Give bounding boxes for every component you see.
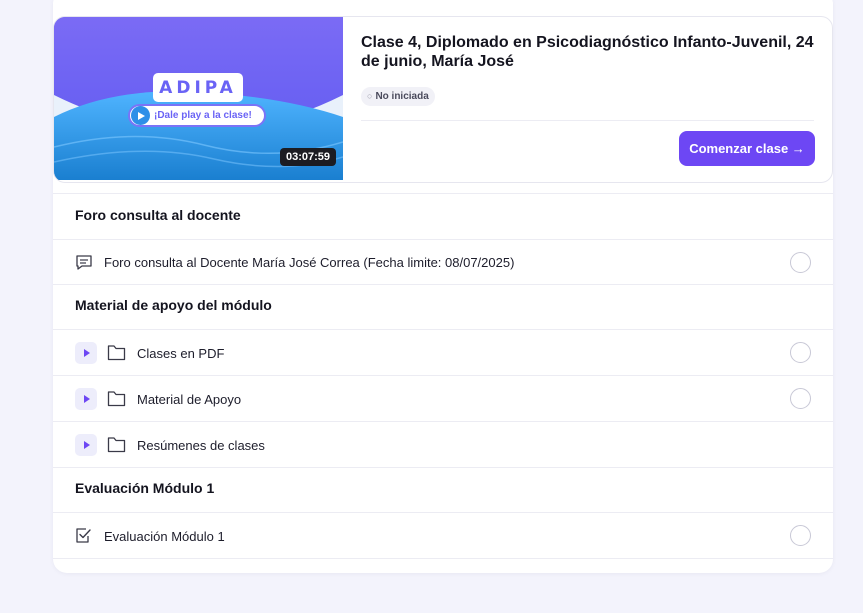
divider bbox=[53, 284, 833, 285]
divider bbox=[53, 512, 833, 513]
class-title: Clase 4, Diplomado en Psicodiagnóstico I… bbox=[361, 34, 814, 70]
completion-circle[interactable] bbox=[790, 342, 811, 363]
completion-circle[interactable] bbox=[790, 252, 811, 273]
divider bbox=[53, 558, 833, 559]
expand-arrow-icon[interactable] bbox=[75, 434, 97, 456]
play-icon bbox=[131, 106, 150, 125]
chat-icon bbox=[76, 255, 92, 270]
folder-icon bbox=[107, 391, 126, 407]
expand-arrow-icon[interactable] bbox=[75, 342, 97, 364]
evaluacion-item-label: Evaluación Módulo 1 bbox=[104, 529, 225, 544]
thumbnail-play-text: ¡Dale play a la clase! bbox=[154, 110, 252, 121]
status-text: No iniciada bbox=[375, 91, 429, 102]
folder-icon bbox=[107, 437, 126, 453]
divider bbox=[53, 375, 833, 376]
status-dot-icon: ○ bbox=[367, 91, 373, 101]
class-card: ADIPA ¡Dale play a la clase! 03:07:59 Cl… bbox=[53, 16, 833, 183]
divider bbox=[53, 239, 833, 240]
section-title-material: Material de apoyo del módulo bbox=[75, 297, 272, 313]
divider bbox=[53, 421, 833, 422]
folder-label: Clases en PDF bbox=[137, 346, 225, 361]
start-class-button[interactable]: Comenzar clase → bbox=[679, 131, 815, 166]
status-badge: ○ No iniciada bbox=[361, 87, 435, 106]
class-thumbnail[interactable]: ADIPA ¡Dale play a la clase! 03:07:59 bbox=[54, 17, 343, 180]
section-title-evaluacion: Evaluación Módulo 1 bbox=[75, 480, 215, 496]
folder-label: Material de Apoyo bbox=[137, 392, 242, 407]
folder-label: Resúmenes de clases bbox=[137, 438, 265, 453]
completion-circle[interactable] bbox=[790, 388, 811, 409]
video-duration: 03:07:59 bbox=[280, 148, 337, 166]
thumbnail-play-badge: ¡Dale play a la clase! bbox=[128, 104, 266, 127]
checkbox-icon bbox=[76, 528, 91, 543]
divider bbox=[53, 193, 833, 194]
section-title-foro: Foro consulta al docente bbox=[75, 207, 241, 223]
folder-icon bbox=[107, 345, 126, 361]
module-content-card: ADIPA ¡Dale play a la clase! 03:07:59 Cl… bbox=[53, 0, 833, 573]
foro-item-label: Foro consulta al Docente María José Corr… bbox=[104, 255, 515, 270]
divider bbox=[53, 329, 833, 330]
adipa-logo: ADIPA bbox=[153, 73, 243, 102]
class-card-divider bbox=[361, 120, 814, 121]
divider bbox=[53, 467, 833, 468]
completion-circle[interactable] bbox=[790, 525, 811, 546]
expand-arrow-icon[interactable] bbox=[75, 388, 97, 410]
